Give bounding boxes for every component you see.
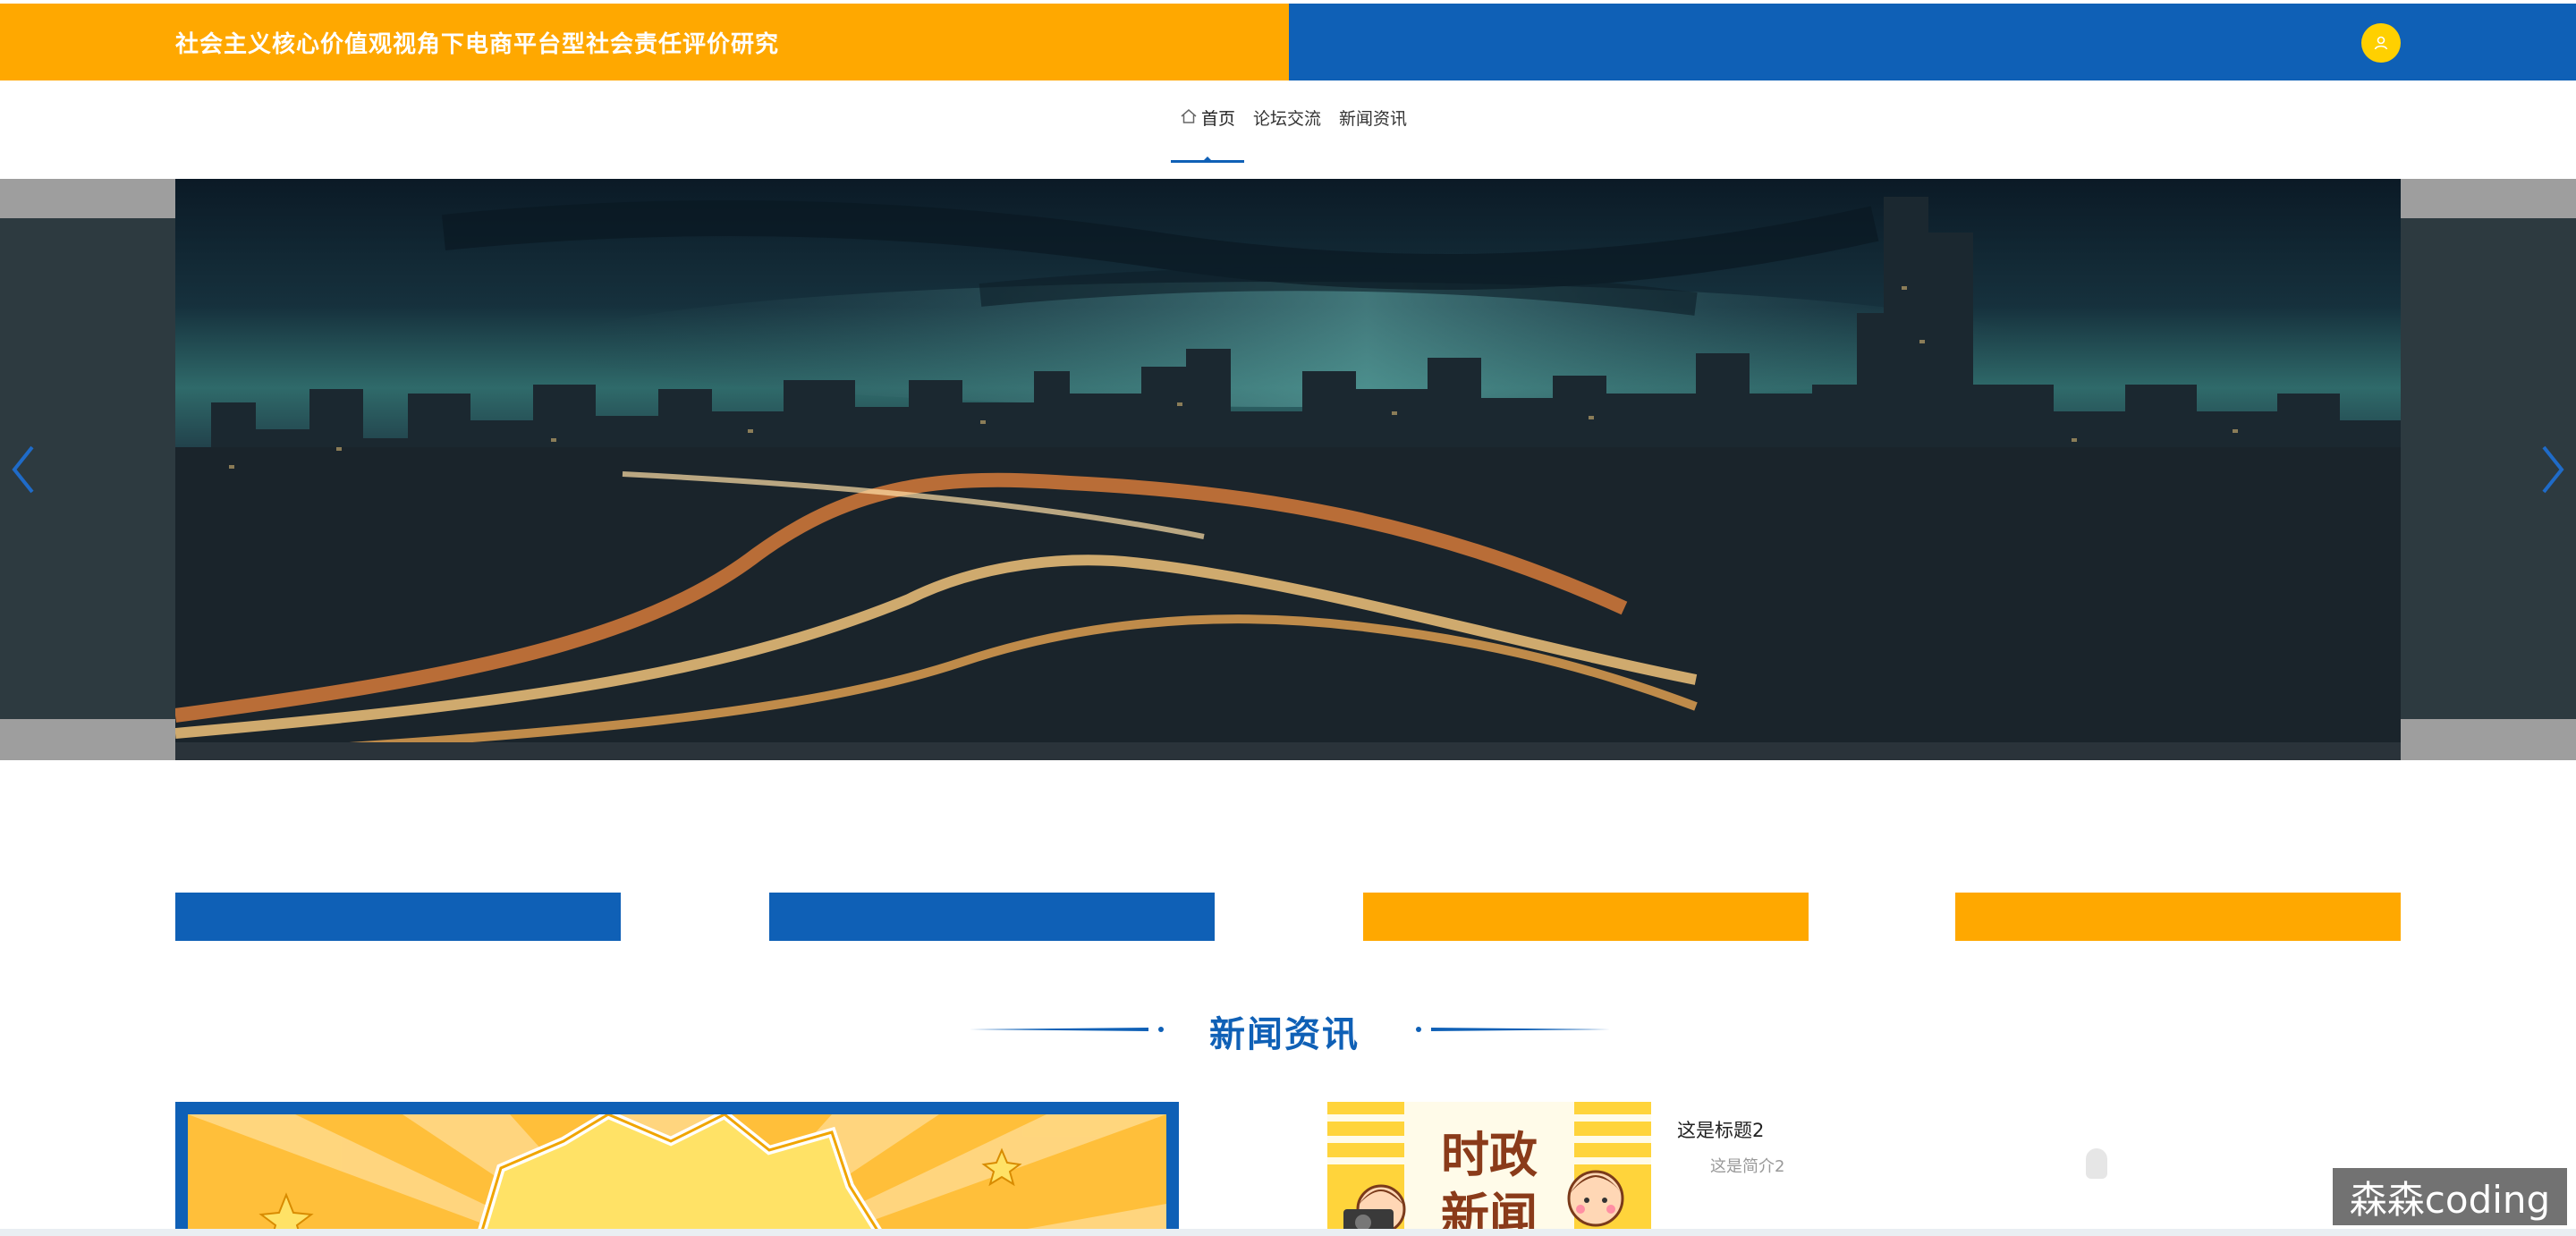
feature-bar-4[interactable] xyxy=(1955,893,2401,941)
nav-item-label: 论坛交流 xyxy=(1252,109,1321,129)
news-item-thumbnail[interactable]: 时政 新闻 xyxy=(1327,1102,1651,1236)
main-nav: 首页 论坛交流 新闻资讯 xyxy=(0,80,2576,179)
chevron-left-icon[interactable] xyxy=(5,438,41,501)
site-title: 社会主义核心价值观视角下电商平台型社会责任评价研究 xyxy=(175,30,780,58)
watermark-badge: 森森coding xyxy=(2333,1168,2567,1225)
featured-news-image xyxy=(188,1114,1166,1236)
faded-decorative-icon xyxy=(2086,1148,2107,1179)
chevron-right-icon[interactable] xyxy=(2535,438,2571,501)
top-header: 社会主义核心价值观视角下电商平台型社会责任评价研究 xyxy=(0,4,2576,80)
active-indicator xyxy=(1202,157,1212,161)
news-thumb-text-1: 时政 xyxy=(1441,1127,1538,1183)
user-icon xyxy=(2374,36,2388,50)
news-section-title: 新闻资讯 xyxy=(1209,1014,1360,1055)
header-right-panel xyxy=(1289,4,2576,80)
heading-deco-right xyxy=(1416,1027,1610,1032)
feature-bar-2[interactable] xyxy=(769,893,1215,941)
news-section-header: 新闻资讯 xyxy=(0,1000,2576,1055)
header-left-panel: 社会主义核心价值观视角下电商平台型社会责任评价研究 xyxy=(0,4,1289,80)
user-avatar-button[interactable] xyxy=(2361,23,2401,63)
heading-deco-left xyxy=(970,1027,1164,1032)
feature-bar-3[interactable] xyxy=(1363,893,1809,941)
feature-bar-1[interactable] xyxy=(175,893,621,941)
nav-item-home[interactable]: 首页 xyxy=(1170,106,1244,170)
page-bottom-edge xyxy=(0,1229,2576,1236)
watermark-text: 森森coding xyxy=(2349,1177,2551,1222)
nav-item-news[interactable]: 新闻资讯 xyxy=(1330,106,1416,170)
news-item-summary: 这是简介2 xyxy=(1710,1157,1785,1176)
nav-item-forum[interactable]: 论坛交流 xyxy=(1244,106,1330,170)
home-icon xyxy=(1181,109,1197,123)
nav-item-label: 首页 xyxy=(1200,109,1235,129)
featured-news-card[interactable] xyxy=(175,1102,1179,1236)
news-item-title[interactable]: 这是标题2 xyxy=(1677,1116,1764,1143)
news-thumbnail-image: 时政 新闻 xyxy=(1327,1102,1651,1236)
banner-carousel xyxy=(0,179,2576,760)
nav-item-label: 新闻资讯 xyxy=(1339,109,1408,129)
banner-image xyxy=(175,179,2401,760)
